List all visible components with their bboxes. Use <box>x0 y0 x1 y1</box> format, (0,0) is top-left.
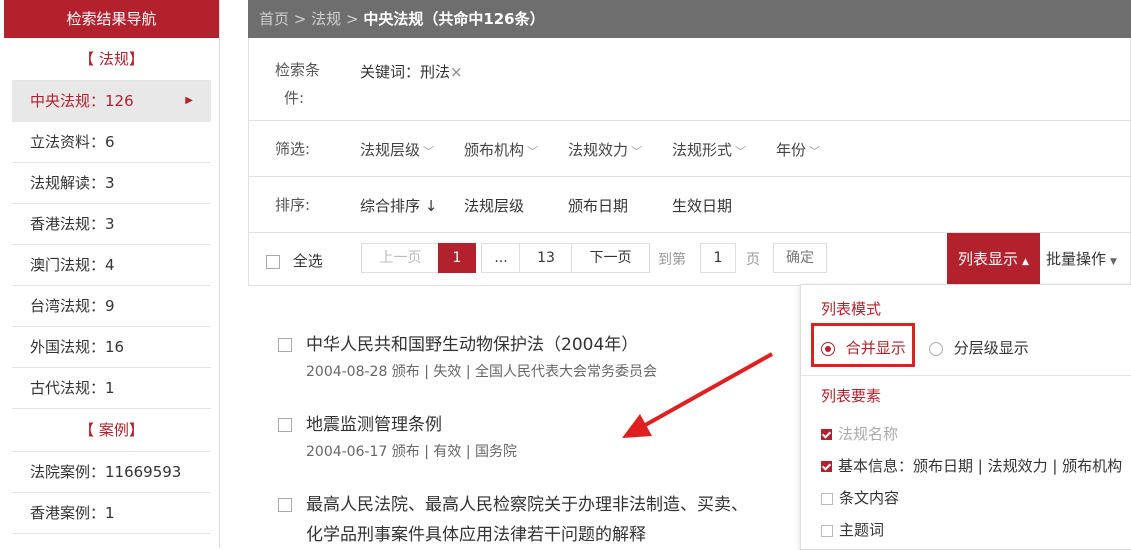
sidebar-item-hongkong-law[interactable]: 香港法规：3 <box>12 204 211 245</box>
select-all-checkbox[interactable] <box>266 254 280 269</box>
result-title[interactable]: 最高人民法院、最高人民检察院关于办理非法制造、买卖、 <box>306 495 748 515</box>
filter-label: 筛选: <box>275 140 311 158</box>
sidebar-item-foreign-law[interactable]: 外国法规：16 <box>12 327 211 368</box>
page-unit-label: 页 <box>746 252 760 268</box>
filter-form[interactable]: 法规形式 ﹀ <box>672 139 746 160</box>
goto-page-input[interactable]: 1 <box>700 243 736 273</box>
result-checkbox[interactable] <box>278 338 292 352</box>
sort-label: 排序: <box>275 196 311 214</box>
result-checkbox[interactable] <box>278 418 292 432</box>
breadcrumb-law[interactable]: 法规 <box>311 10 341 28</box>
page-13-button[interactable]: 13 <box>519 243 573 273</box>
filter-effect[interactable]: 法规效力 ﹀ <box>568 139 642 160</box>
sidebar-section-law: 【 法规】 <box>12 38 211 81</box>
keyword-tag: 关键词：刑法× <box>360 61 463 82</box>
dropdown-divider <box>801 375 1131 376</box>
merged-display-option[interactable]: 合并显示 <box>821 337 906 358</box>
page-1-button[interactable]: 1 <box>438 243 476 273</box>
confirm-button[interactable]: 确定 <box>773 243 827 273</box>
sidebar-item-legislative-materials[interactable]: 立法资料：6 <box>12 122 211 163</box>
merged-radio[interactable] <box>821 341 835 356</box>
sidebar-nav: 检索结果导航 【 法规】 中央法规：126 ▶ 立法资料：6 法规解读：3 香港… <box>4 0 220 548</box>
caret-right-icon: ▶ <box>185 95 193 106</box>
pager-row: 全选 上一页 1 ... 13 下一页 到第 1 页 确定 列表显示 ▲ 批量操作… <box>249 233 1130 286</box>
breadcrumb-sep: > <box>345 10 359 28</box>
select-all-label: 全选 <box>292 252 323 270</box>
list-display-dropdown: 列表模式 合并显示 分层级显示 列表要素 法规名称 基本信息：颁布日期 | 法规… <box>800 284 1131 550</box>
breadcrumb: 首页 > 法规 > 中央法规（共命中126条） <box>248 0 1131 38</box>
element-basic-info[interactable]: 基本信息：颁布日期 | 法规效力 | 颁布机构 <box>821 455 1122 476</box>
list-display-button[interactable]: 列表显示 ▲ <box>947 233 1040 286</box>
breadcrumb-home[interactable]: 首页 <box>259 10 289 28</box>
element-subject-words[interactable]: 主题词 <box>821 519 884 540</box>
filter-year[interactable]: 年份 ﹀ <box>776 139 820 160</box>
result-checkbox[interactable] <box>278 498 292 512</box>
next-page-button[interactable]: 下一页 <box>571 243 650 273</box>
batch-operation-button[interactable]: 批量操作 ▼ <box>1046 233 1117 286</box>
goto-label: 到第 <box>658 252 686 268</box>
sort-default[interactable]: 综合排序 ↓ <box>360 195 437 216</box>
filter-level[interactable]: 法规层级 ﹀ <box>360 139 434 160</box>
remove-keyword-icon[interactable]: × <box>450 63 463 81</box>
checkbox-checked-icon <box>821 429 832 440</box>
checkbox-unchecked-icon <box>821 492 833 505</box>
page-ellipsis: ... <box>481 243 521 273</box>
breadcrumb-current: 中央法规（共命中126条） <box>363 10 545 28</box>
list-elements-title: 列表要素 <box>821 387 882 405</box>
caret-up-icon: ▲ <box>1022 257 1029 267</box>
sidebar-section-case: 【 案例】 <box>12 409 211 452</box>
chevron-down-icon: ﹀ <box>735 145 747 158</box>
chevron-down-icon: ﹀ <box>423 145 435 158</box>
chevron-down-icon: ﹀ <box>809 145 821 158</box>
filter-row: 筛选: 法规层级 ﹀ 颁布机构 ﹀ 法规效力 ﹀ 法规形式 ﹀ 年份 ﹀ <box>249 121 1130 177</box>
list-mode-title: 列表模式 <box>821 300 882 318</box>
annotation-arrow-icon <box>622 352 773 438</box>
sort-level[interactable]: 法规层级 <box>464 195 524 216</box>
select-all[interactable]: 全选 <box>266 250 323 271</box>
chevron-down-icon: ﹀ <box>631 145 643 158</box>
caret-down-icon: ▼ <box>1110 257 1117 267</box>
sidebar-item-taiwan-law[interactable]: 台湾法规：9 <box>12 286 211 327</box>
sidebar-item-court-cases[interactable]: 法院案例：11669593 <box>12 452 211 493</box>
element-article-content[interactable]: 条文内容 <box>821 487 899 508</box>
layered-radio[interactable] <box>929 341 943 356</box>
checkbox-checked-icon <box>821 461 832 472</box>
sort-effective-date[interactable]: 生效日期 <box>672 195 732 216</box>
layered-display-option[interactable]: 分层级显示 <box>929 337 1029 358</box>
element-law-name: 法规名称 <box>821 423 898 444</box>
filter-agency[interactable]: 颁布机构 ﹀ <box>464 139 538 160</box>
sidebar-title: 检索结果导航 <box>4 0 219 38</box>
sidebar-item-central-law[interactable]: 中央法规：126 ▶ <box>12 81 211 122</box>
result-title-line2[interactable]: 化学品刑事案件具体应用法律若干问题的解释 <box>278 520 748 545</box>
result-meta: 2004-06-17 颁布 | 有效 | 国务院 <box>306 444 518 460</box>
sort-issue-date[interactable]: 颁布日期 <box>568 195 628 216</box>
result-title[interactable]: 中华人民共和国野生动物保护法（2004年） <box>306 335 638 355</box>
search-condition-row: 检索条 件: 关键词：刑法× <box>249 38 1130 121</box>
sidebar-item-law-interpretation[interactable]: 法规解读：3 <box>12 163 211 204</box>
sidebar-item-label: 中央法规：126 <box>30 92 134 110</box>
result-item: 地震监测管理条例 2004-06-17 颁布 | 有效 | 国务院 <box>278 410 517 461</box>
sidebar-item-hongkong-cases[interactable]: 香港案例：1 <box>12 493 211 534</box>
chevron-down-icon: ﹀ <box>527 145 539 158</box>
prev-page-button[interactable]: 上一页 <box>361 243 440 273</box>
search-panel: 检索条 件: 关键词：刑法× 筛选: 法规层级 ﹀ 颁布机构 ﹀ 法规效力 ﹀ 法规形… <box>248 38 1131 286</box>
checkbox-unchecked-icon <box>821 524 833 537</box>
keyword-text: 关键词：刑法 <box>360 63 451 81</box>
result-title[interactable]: 地震监测管理条例 <box>306 415 442 435</box>
sort-row: 排序: 综合排序 ↓ 法规层级 颁布日期 生效日期 <box>249 177 1130 233</box>
sidebar-item-macau-law[interactable]: 澳门法规：4 <box>12 245 211 286</box>
sidebar-item-ancient-law[interactable]: 古代法规：1 <box>12 368 211 409</box>
condition-label: 检索条 件: <box>275 61 321 107</box>
result-item: 最高人民法院、最高人民检察院关于办理非法制造、买卖、 化学品刑事案件具体应用法律… <box>278 490 748 545</box>
breadcrumb-sep: > <box>293 10 307 28</box>
